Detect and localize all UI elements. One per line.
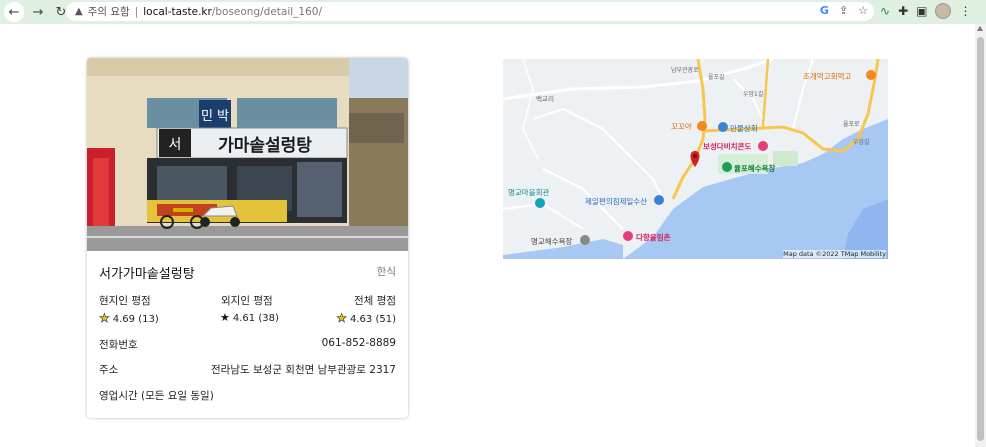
separator: |: [134, 5, 139, 18]
map-label-kkopoya[interactable]: 꼬꼬야: [671, 121, 692, 132]
top-sign-text: 민 박: [201, 109, 229, 124]
map-label-road-b: 율포길: [708, 74, 725, 81]
restaurant-card: 민 박 서 가마솥설렁탕 서가가마솥설렁탕 한식 현지인 평점 외지인 평점 전…: [87, 58, 408, 418]
map-credit: Map data ©2022 TMap Mobility: [783, 250, 886, 258]
overall-rating: ★ 4.63 (51): [336, 311, 396, 326]
map-label-myeonggyo-beach[interactable]: 명교해수욕장: [531, 236, 572, 247]
arrow-right-icon: →: [32, 4, 44, 20]
url-host: local-taste.kr: [143, 5, 212, 18]
back-button[interactable]: ←: [4, 2, 24, 22]
security-warning-label[interactable]: 주의 요함: [88, 4, 130, 19]
visitor-rating-value: 4.61 (38): [232, 313, 279, 324]
phone-label: 전화번호: [99, 339, 138, 351]
main-sign-text: 가마솥설렁탕: [218, 135, 312, 156]
map-label-myeonggyo-hall[interactable]: 명교마을회관: [508, 187, 549, 198]
reload-icon: ↻: [55, 4, 67, 20]
extension-icon[interactable]: ∿: [880, 4, 890, 18]
map-label-road-d: 율포로: [843, 121, 860, 128]
hours-row: 영업시간 (모든 요일 동일): [99, 388, 396, 403]
address-label: 주소: [99, 364, 119, 376]
map-label-joge[interactable]: 조개먹고회먹고: [803, 71, 851, 82]
phone-number[interactable]: 061-852-8889: [322, 337, 396, 352]
google-lens-icon[interactable]: G: [820, 4, 829, 17]
storefront-illustration: 민 박 서 가마솥설렁탕: [87, 58, 408, 251]
map-label-baekgyori: 백교리: [536, 95, 554, 103]
bookmark-star-icon[interactable]: ☆: [858, 4, 868, 17]
share-icon[interactable]: ⇪: [839, 4, 848, 17]
visitor-rating: ★ 4.61 (38): [220, 311, 279, 324]
hours-label: 영업시간 (모든 요일 동일): [99, 390, 214, 402]
map-label-road-c: 우암1길: [743, 91, 764, 98]
map-label-dahyang[interactable]: 다향울림촌: [636, 232, 671, 243]
puzzle-icon[interactable]: ✚: [898, 4, 908, 18]
restaurant-photo: 민 박 서 가마솥설렁탕: [87, 58, 408, 251]
side-panel-icon[interactable]: ▣: [916, 4, 927, 18]
gold-star-icon: ★: [99, 311, 110, 326]
address-bar[interactable]: ▲ 주의 요함 | local-taste.kr/boseong/detail_…: [66, 2, 874, 21]
map-label-road-a: 남부관광로: [671, 67, 699, 74]
black-star-icon: ★: [220, 311, 230, 324]
browser-toolbar: ← → ↻ ▲ 주의 요함 | local-taste.kr/boseong/d…: [0, 0, 986, 24]
url-path: /boseong/detail_160/: [211, 5, 323, 18]
address-row: 주소 전라남도 보성군 회천면 남부관광로 2317: [99, 362, 396, 377]
page-scrollbar[interactable]: [975, 24, 986, 447]
category-label: 한식: [376, 266, 396, 278]
profile-avatar[interactable]: [935, 3, 952, 19]
map-label-road-e: 우암길: [853, 139, 870, 146]
restaurant-name[interactable]: 서가가마솥설렁탕: [99, 263, 195, 282]
local-rating-label: 현지인 평점: [99, 295, 151, 307]
local-rating: ★ 4.69 (13): [99, 311, 159, 326]
forward-button[interactable]: →: [29, 3, 47, 21]
scroll-up-arrow-icon[interactable]: [977, 26, 983, 31]
location-map[interactable]: 조개먹고회먹고 꼬꼬야 만물상회 보성다비치콘도 율포해수욕장 명교마을회관 제…: [503, 59, 888, 259]
map-label-manmul[interactable]: 만물상회: [730, 123, 758, 134]
visitor-rating-label: 외지인 평점: [221, 295, 273, 307]
scrollbar-thumb[interactable]: [977, 37, 984, 441]
address-value: 전라남도 보성군 회천면 남부관광로 2317: [211, 364, 396, 376]
local-rating-value: 4.69 (13): [112, 314, 159, 325]
map-label-boseong-condo[interactable]: 보성다비치콘도: [703, 141, 751, 152]
overall-rating-value: 4.63 (51): [350, 314, 396, 325]
gold-star-icon: ★: [336, 311, 348, 326]
map-canvas[interactable]: [503, 59, 888, 259]
overall-rating-label: 전체 평점: [354, 295, 396, 307]
map-label-yulpo-beach[interactable]: 율포해수욕장: [734, 163, 775, 174]
arrow-left-icon: ←: [8, 4, 20, 20]
svg-text:서: 서: [169, 137, 182, 153]
menu-kebab-icon[interactable]: ⋮: [959, 4, 971, 18]
phone-row: 전화번호 061-852-8889: [99, 337, 396, 352]
map-label-jeil[interactable]: 제일편의점제일수산: [585, 196, 647, 207]
warning-icon: ▲: [75, 6, 83, 17]
